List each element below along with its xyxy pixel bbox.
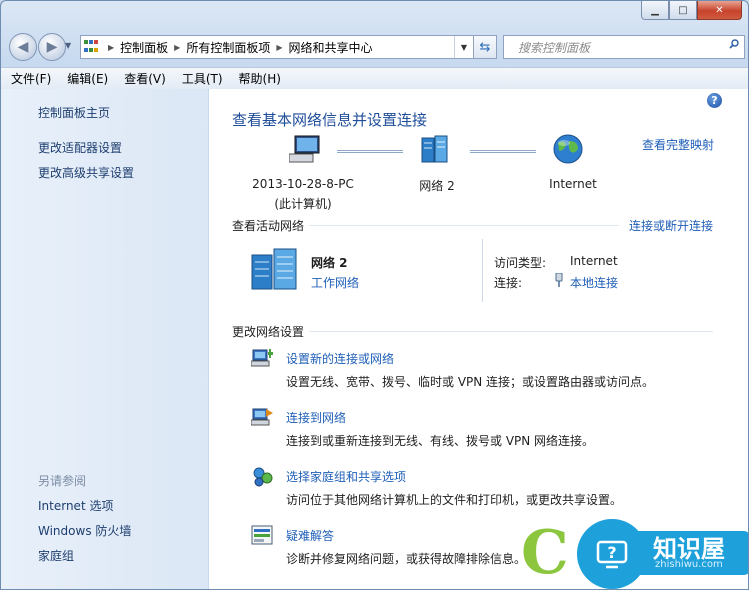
connect-to-network-desc: 连接到或重新连接到无线、有线、拨号或 VPN 网络连接。 [286, 434, 595, 448]
setup-new-connection-link[interactable]: 设置新的连接或网络 [286, 350, 394, 367]
section-divider [309, 331, 713, 332]
ethernet-plug-icon [555, 273, 563, 287]
search-icon[interactable] [729, 39, 739, 49]
watermark-circle: ? [577, 519, 647, 589]
internet-options-link[interactable]: Internet 选项 [38, 497, 113, 514]
troubleshoot-desc: 诊断并修复网络问题，或获得故障排除信息。 [286, 552, 527, 566]
access-type-value: Internet [570, 254, 618, 268]
change-settings-heading: 更改网络设置 [232, 325, 305, 339]
control-panel-window: ▁ □ ✕ ◀ ▶ ▼ ▶ 控制面板 ▶ 所有控制面板项 ▶ 网络和共享中心 ▼… [0, 0, 749, 590]
breadcrumb-separator-icon[interactable]: ▶ [276, 43, 282, 52]
back-button[interactable]: ◀ [9, 33, 37, 61]
connect-to-network-icon [251, 408, 273, 426]
network-node-label: 网络 2 [419, 179, 455, 193]
caption-buttons: ▁ □ ✕ [641, 1, 742, 20]
network-icon [421, 135, 448, 163]
homegroup-sharing-icon [253, 467, 273, 487]
active-network-icon [251, 248, 297, 290]
control-panel-home-link[interactable]: 控制面板主页 [38, 104, 110, 121]
search-box[interactable]: 搜索控制面板 [503, 35, 745, 59]
computer-node-label: 2013-10-28-8-PC (此计算机) [243, 177, 363, 212]
connect-to-network-link[interactable]: 连接到网络 [286, 409, 346, 426]
computer-name: 2013-10-28-8-PC [252, 177, 354, 191]
view-full-map-link[interactable]: 查看完整映射 [642, 136, 714, 153]
menu-tools[interactable]: 工具(T) [182, 70, 223, 87]
homegroup-options-link[interactable]: 选择家庭组和共享选项 [286, 468, 406, 485]
breadcrumb-separator-icon: ▶ [108, 42, 115, 52]
change-adapter-settings-link[interactable]: 更改适配器设置 [38, 139, 122, 156]
watermark-domain: zhishiwu.com [655, 559, 723, 570]
internet-node-label: Internet [549, 177, 597, 191]
homegroup-options-desc: 访问位于其他网络计算机上的文件和打印机，或更改共享设置。 [286, 493, 623, 507]
watermark: C ? 知识屋 zhishiwu.com [521, 518, 748, 589]
see-also-heading: 另请参阅 [38, 474, 87, 488]
address-bar[interactable]: ▶ 控制面板 ▶ 所有控制面板项 ▶ 网络和共享中心 ▼ [80, 35, 474, 59]
new-connection-icon [251, 349, 273, 367]
close-button[interactable]: ✕ [697, 1, 742, 20]
change-advanced-sharing-link[interactable]: 更改高级共享设置 [38, 164, 134, 181]
help-icon[interactable]: ? [707, 93, 722, 108]
connection-label: 连接: [494, 276, 523, 290]
homegroup-link[interactable]: 家庭组 [38, 547, 74, 564]
refresh-icon: ⇆ [479, 39, 491, 55]
minimize-button[interactable]: ▁ [641, 1, 669, 20]
map-connector-line [470, 150, 536, 153]
question-monitor-icon: ? [596, 540, 628, 569]
section-divider [309, 225, 619, 226]
watermark-c-logo: C [521, 518, 569, 588]
menu-edit[interactable]: 编辑(E) [67, 70, 108, 87]
menu-help[interactable]: 帮助(H) [239, 70, 281, 87]
computer-icon [289, 135, 320, 163]
maximize-button[interactable]: □ [669, 1, 697, 20]
search-placeholder: 搜索控制面板 [518, 40, 591, 55]
windows-firewall-link[interactable]: Windows 防火墙 [38, 522, 131, 539]
setup-new-connection-desc: 设置无线、宽带、拨号、临时或 VPN 连接；或设置路由器或访问点。 [286, 375, 655, 389]
menu-file[interactable]: 文件(F) [11, 70, 51, 87]
refresh-button[interactable]: ⇆ [473, 35, 497, 59]
svg-text:?: ? [607, 543, 616, 562]
breadcrumb-all-items[interactable]: 所有控制面板项 [186, 39, 270, 56]
network-location-link[interactable]: 工作网络 [311, 274, 359, 291]
forward-arrow-icon: ▶ [46, 39, 58, 55]
menu-bar: 文件(F) 编辑(E) 查看(V) 工具(T) 帮助(H) [1, 67, 748, 90]
back-arrow-icon: ◀ [17, 39, 29, 55]
local-connection-link[interactable]: 本地连接 [570, 274, 618, 291]
left-navigation-pane: 控制面板主页 更改适配器设置 更改高级共享设置 另请参阅 Internet 选项… [1, 89, 208, 589]
access-type-label: 访问类型: [494, 256, 547, 270]
forward-button[interactable]: ▶ [38, 33, 66, 61]
menu-view[interactable]: 查看(V) [124, 70, 166, 87]
address-history-dropdown[interactable]: ▼ [454, 36, 473, 58]
main-content: ? 查看基本网络信息并设置连接 查看完整映射 2013-10-28-8-PC (… [209, 89, 748, 589]
active-networks-heading: 查看活动网络 [232, 219, 305, 233]
computer-sublabel: (此计算机) [274, 197, 332, 211]
recent-pages-dropdown[interactable]: ▼ [65, 41, 71, 50]
page-title: 查看基本网络信息并设置连接 [232, 111, 428, 129]
control-panel-icon [84, 40, 102, 54]
internet-globe-icon [553, 134, 583, 164]
map-connector-line [337, 150, 403, 153]
active-network-divider [482, 239, 483, 302]
active-network-name: 网络 2 [311, 256, 348, 270]
breadcrumb-network-center[interactable]: 网络和共享中心 [289, 39, 373, 56]
connect-disconnect-link[interactable]: 连接或断开连接 [629, 217, 713, 234]
breadcrumb-separator-icon[interactable]: ▶ [174, 43, 180, 52]
breadcrumb-control-panel[interactable]: 控制面板 [120, 39, 168, 56]
troubleshoot-icon [251, 525, 273, 545]
troubleshoot-link[interactable]: 疑难解答 [286, 527, 334, 544]
navigation-bar: ◀ ▶ ▼ ▶ 控制面板 ▶ 所有控制面板项 ▶ 网络和共享中心 ▼ ⇆ 搜索控… [9, 33, 745, 61]
